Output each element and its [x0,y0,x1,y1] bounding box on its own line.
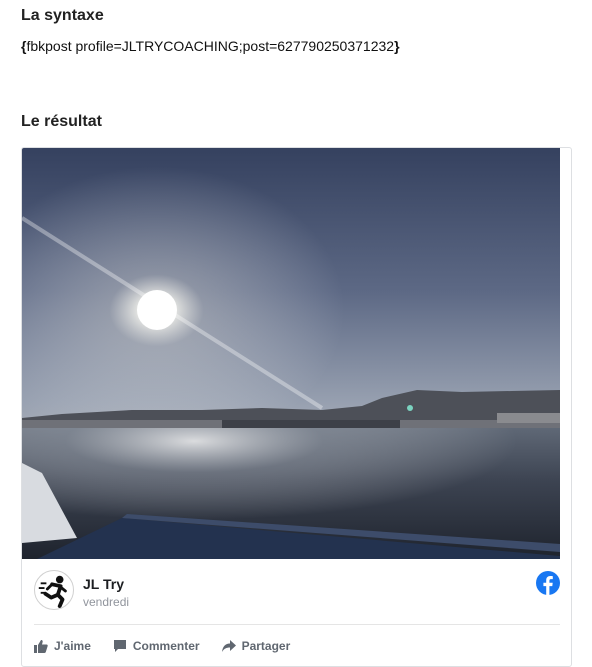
share-label: Partager [241,639,291,653]
share-icon [221,640,236,652]
comment-icon [113,640,126,652]
author-avatar[interactable] [34,570,74,610]
post-photo[interactable] [22,148,560,559]
facebook-post-embed: JL Try vendredi J'aime Commenter Partage… [21,147,572,667]
runner-icon [38,575,67,609]
thumbs-up-icon [34,640,48,653]
post-actions-bar: J'aime Commenter Partager [34,636,312,656]
syntax-heading: La syntaxe [21,7,104,24]
result-heading: Le résultat [21,113,102,130]
comment-label: Commenter [132,639,200,653]
syntax-code: {fbkpost profile=JLTRYCOACHING;post=6277… [21,38,400,54]
author-name[interactable]: JL Try [83,576,124,592]
facebook-logo-icon[interactable] [536,571,560,595]
post-author-row: JL Try vendredi [22,559,571,623]
comment-button[interactable]: Commenter [113,639,200,653]
like-label: J'aime [54,639,91,653]
like-button[interactable]: J'aime [34,639,91,653]
post-date[interactable]: vendredi [83,595,129,609]
actions-divider [34,624,560,625]
syntax-brace-close: } [394,38,400,54]
syntax-code-text: fbkpost profile=JLTRYCOACHING;post=62779… [26,38,395,54]
share-button[interactable]: Partager [221,639,291,653]
